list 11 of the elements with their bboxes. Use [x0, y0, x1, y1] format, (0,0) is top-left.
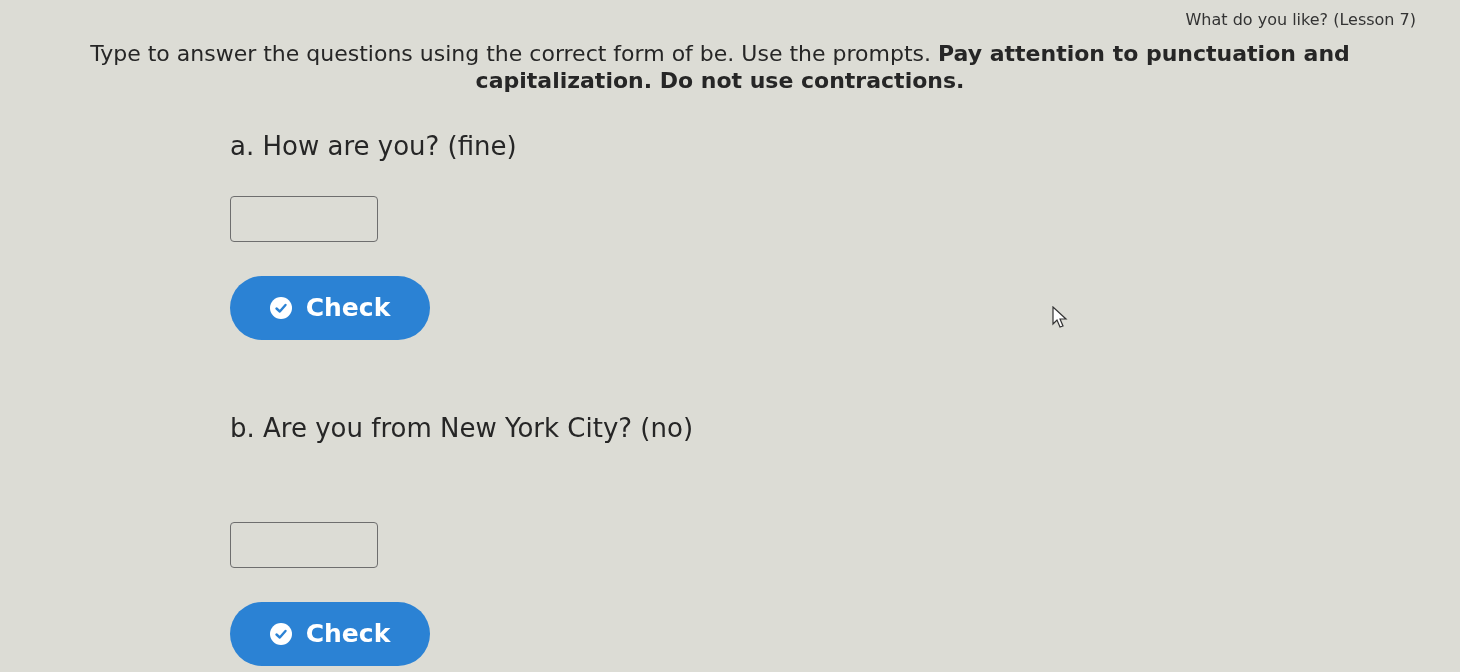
check-button[interactable]: Check	[230, 602, 430, 666]
lesson-title: What do you like? (Lesson 7)	[1185, 9, 1416, 31]
check-button[interactable]: Check	[230, 276, 430, 340]
check-circle-icon	[269, 623, 292, 645]
question-prompt: a. How are you? (fine)	[230, 130, 517, 163]
check-circle-icon	[269, 297, 292, 319]
answer-field[interactable]	[230, 196, 378, 242]
question-prompt: b. Are you from New York City? (no)	[230, 412, 694, 445]
answer-field[interactable]	[230, 522, 378, 568]
mouse-pointer-icon	[1052, 306, 1068, 328]
instructions-text: Type to answer the questions using the correct form of be. Use the prompts. Pay attention to punctuation and capitalization. Do not use contractions.	[89, 40, 1351, 94]
